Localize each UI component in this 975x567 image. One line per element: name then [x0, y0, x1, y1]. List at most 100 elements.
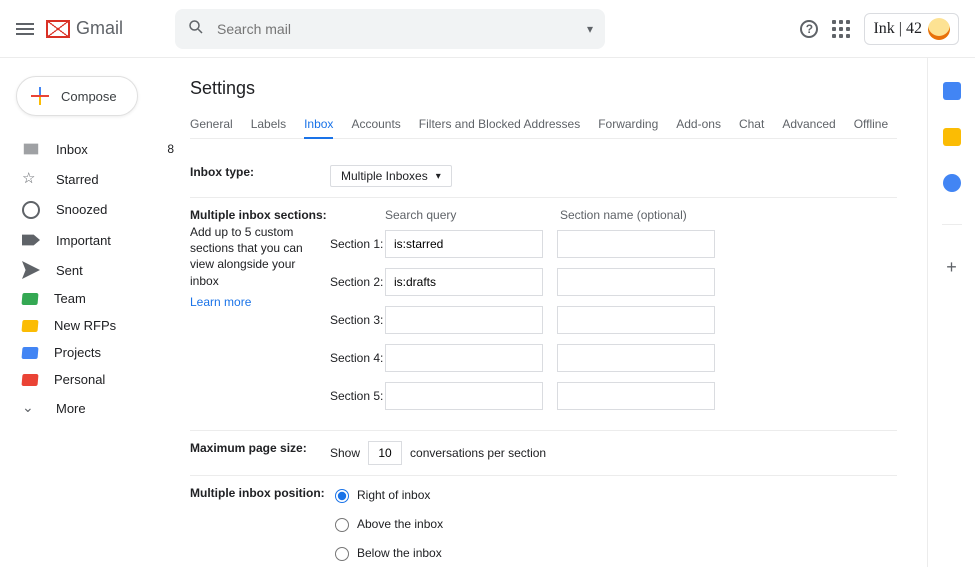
sidebar-item-label: Personal — [54, 372, 105, 387]
tab-accounts[interactable]: Accounts — [351, 111, 400, 138]
calendar-icon[interactable] — [943, 82, 961, 100]
sidebar-item-label: Sent — [56, 263, 83, 278]
inbox-type-value: Multiple Inboxes — [341, 169, 428, 183]
main-menu-icon[interactable] — [16, 23, 34, 35]
sidebar-item-label: New RFPs — [54, 318, 116, 333]
tab-general[interactable]: General — [190, 111, 233, 138]
compose-label: Compose — [61, 89, 117, 104]
settings-tabs: General Labels Inbox Accounts Filters and Bl… — [190, 111, 897, 139]
gmail-icon — [46, 20, 70, 38]
tab-add-ons[interactable]: Add-ons — [676, 111, 721, 138]
nav-list: Inbox8☆Starred Snoozed Important Sent Team Ne… — [0, 134, 190, 423]
compose-button[interactable]: Compose — [16, 76, 138, 116]
sidebar-item-personal[interactable]: Personal — [0, 366, 190, 393]
learn-more-link[interactable]: Learn more — [190, 295, 251, 309]
inbox-type-row: Inbox type: Multiple Inboxes ▾ — [190, 155, 897, 198]
section-name-input[interactable] — [557, 306, 715, 334]
section-name-input[interactable] — [557, 230, 715, 258]
max-page-input[interactable] — [368, 441, 402, 465]
search-options-icon[interactable]: ▾ — [587, 22, 593, 36]
max-page-size-row: Maximum page size: Show conversations pe… — [190, 431, 897, 476]
left-sidebar: Compose Inbox8☆Starred Snoozed Important Se… — [0, 58, 190, 567]
get-addons-icon[interactable]: + — [946, 257, 957, 278]
sidebar-item-more[interactable]: ⌄ More — [0, 393, 190, 423]
section-row-4: Section 4: — [330, 344, 729, 372]
sidebar-item-label: Starred — [56, 172, 99, 187]
sidebar-item-starred[interactable]: ☆Starred — [0, 164, 190, 194]
page-title: Settings — [190, 78, 897, 99]
section-query-input[interactable] — [385, 382, 543, 410]
unread-badge: 8 — [167, 142, 174, 156]
sidebar-item-inbox[interactable]: Inbox8 — [0, 134, 190, 164]
sidebar-item-projects[interactable]: Projects — [0, 339, 190, 366]
position-option-label: Above the inbox — [357, 517, 443, 531]
sidebar-item-team[interactable]: Team — [0, 285, 190, 312]
position-option-2[interactable]: Below the inbox — [330, 544, 897, 561]
inbox-type-label: Inbox type: — [190, 165, 330, 187]
sidepanel-separator — [942, 224, 962, 225]
sidebar-item-important[interactable]: Important — [0, 225, 190, 255]
keep-icon[interactable] — [943, 128, 961, 146]
section-name-input[interactable] — [557, 382, 715, 410]
inbox-icon — [22, 140, 40, 158]
tab-labels[interactable]: Labels — [251, 111, 286, 138]
position-radio[interactable] — [335, 518, 349, 532]
sections-header-name: Section name (optional) — [560, 208, 687, 222]
tab-filters-and-blocked-addresses[interactable]: Filters and Blocked Addresses — [419, 111, 580, 138]
multi-sections-row: Multiple inbox sections: Add up to 5 cus… — [190, 198, 897, 431]
section-row-3: Section 3: — [330, 306, 729, 334]
section-row-label: Section 5: — [330, 389, 385, 403]
sidebar-item-snoozed[interactable]: Snoozed — [0, 194, 190, 225]
position-option-1[interactable]: Above the inbox — [330, 515, 897, 532]
tab-chat[interactable]: Chat — [739, 111, 764, 138]
position-option-0[interactable]: Right of inbox — [330, 486, 897, 503]
tab-advanced[interactable]: Advanced — [782, 111, 835, 138]
search-box[interactable]: ▾ — [175, 9, 605, 49]
section-name-input[interactable] — [557, 344, 715, 372]
section-row-2: Section 2: — [330, 268, 729, 296]
google-apps-icon[interactable] — [832, 20, 850, 38]
max-page-suffix: conversations per section — [410, 446, 546, 460]
gmail-text: Gmail — [76, 18, 123, 39]
multi-sections-helper: Add up to 5 custom sections that you can… — [190, 224, 310, 289]
sidebar-item-sent[interactable]: Sent — [0, 255, 190, 285]
max-page-label: Maximum page size: — [190, 441, 330, 465]
help-icon[interactable]: ? — [800, 20, 818, 38]
section-row-5: Section 5: — [330, 382, 729, 410]
label-icon — [21, 347, 38, 359]
tasks-icon[interactable] — [943, 174, 961, 192]
tab-forwarding[interactable]: Forwarding — [598, 111, 658, 138]
app-header: Gmail ▾ ? Ink | 42 — [0, 0, 975, 58]
tab-offline[interactable]: Offline — [854, 111, 888, 138]
account-switcher[interactable]: Ink | 42 — [864, 13, 959, 45]
inbox-type-select[interactable]: Multiple Inboxes ▾ — [330, 165, 452, 187]
section-query-input[interactable] — [385, 306, 543, 334]
chevron-down-icon: ▾ — [436, 171, 441, 182]
search-icon[interactable] — [187, 18, 205, 39]
position-label: Multiple inbox position: — [190, 486, 330, 567]
sidebar-item-label: Important — [56, 233, 111, 248]
chevron-down-icon: ⌄ — [22, 399, 40, 417]
position-radio[interactable] — [335, 489, 349, 503]
position-radio[interactable] — [335, 547, 349, 561]
section-query-input[interactable] — [385, 268, 543, 296]
search-input[interactable] — [215, 20, 587, 38]
section-query-input[interactable] — [385, 344, 543, 372]
settings-main: Settings General Labels Inbox Accounts Filte… — [190, 58, 927, 567]
position-option-label: Right of inbox — [357, 488, 430, 502]
section-query-input[interactable] — [385, 230, 543, 258]
label-icon — [21, 320, 38, 332]
sidebar-item-new-rfps[interactable]: New RFPs — [0, 312, 190, 339]
compose-plus-icon — [31, 87, 49, 105]
right-sidepanel: + — [927, 58, 975, 567]
sections-header-query: Search query — [385, 208, 560, 222]
important-icon — [22, 231, 40, 249]
avatar-icon — [928, 18, 950, 40]
tab-inbox[interactable]: Inbox — [304, 111, 333, 139]
sidebar-item-label: More — [56, 401, 86, 416]
sidebar-item-label: Snoozed — [56, 202, 107, 217]
sidebar-item-label: Team — [54, 291, 86, 306]
section-row-1: Section 1: — [330, 230, 729, 258]
gmail-logo[interactable]: Gmail — [46, 18, 123, 39]
section-name-input[interactable] — [557, 268, 715, 296]
